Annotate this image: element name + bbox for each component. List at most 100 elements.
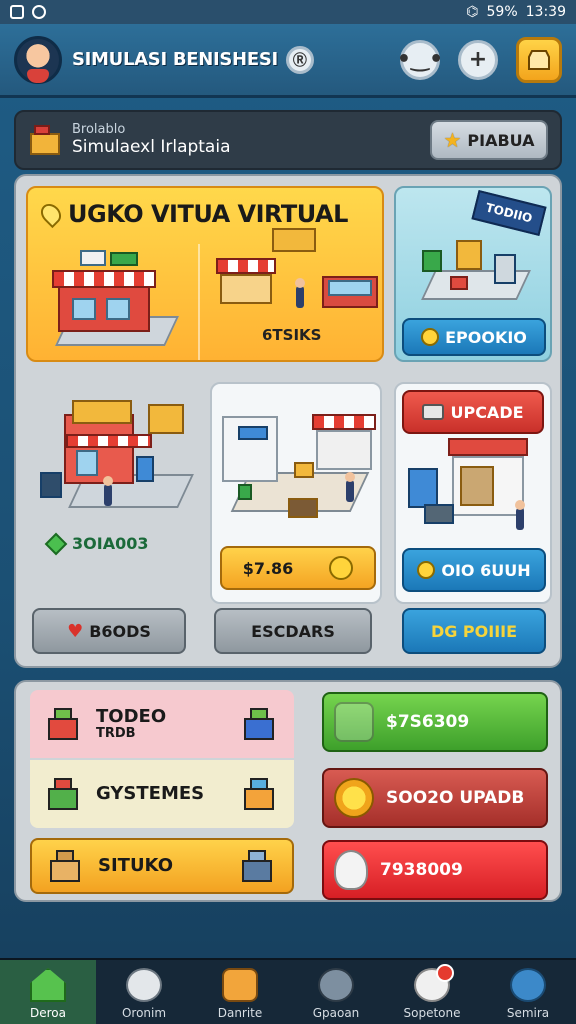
orange-crate-icon [242,778,278,810]
list-item-label: GYSTEMES [96,782,205,804]
wifi-icon: ⌬ [466,4,479,20]
coin-icon [417,561,436,579]
nav-label: Gpaoan [312,1006,360,1020]
gear-icon [318,968,354,1002]
upgrade-stat-label: SOO2O UPADB [386,788,525,808]
goods-button[interactable]: ♥ B6ODS [32,608,186,654]
shopping-cart-icon [240,850,276,882]
shop-bag-icon [528,49,550,70]
goods-button-label: B6ODS [89,621,151,641]
nav-label: Danrite [217,1006,263,1020]
sun-icon [510,968,546,1002]
list-item-sublabel: TRDB [96,725,136,741]
price-label: $7.86 [242,558,294,578]
store-value: 3OIA003 [44,532,149,555]
info-bar: Brolablo Simulaexl Irlaptaia ★ PIABUA [14,110,562,170]
cash-stack-icon [422,404,445,420]
nav-item-notifications[interactable]: Sopetone [384,960,480,1024]
money-stat-label: 7938009 [380,860,463,880]
nav-item-inventory[interactable]: Danrite [192,960,288,1024]
gem-icon [44,532,68,555]
bottom-navigation: Deroa Oronim Danrite Gpaoan Sopetone Sem… [0,958,576,1024]
info-title: Simulaexl Irlaptaia [72,136,231,157]
shop-interior-illustration [218,392,378,522]
store-front-illustration [36,384,206,514]
nav-label: Semira [506,1006,550,1020]
info-label: Brolablo [72,121,126,137]
power-button[interactable]: DG POIIIE [402,608,546,654]
shop-panel: UGKO VITUA VIRTUAL 6TSIKS TODIIO EPOOKIO… [14,174,562,668]
shop-interior-card[interactable]: $7.86 [210,382,382,604]
shop-building-illustration [42,246,192,356]
nav-item-settings[interactable]: Semira [480,960,576,1024]
upgrade-stat-button[interactable]: SOO2O UPADB [322,768,548,828]
green-crate-icon [46,778,82,810]
location-pin-icon [36,199,66,229]
hero-title-text: UGKO VITUA VIRTUAL [68,200,348,228]
upgrade-card[interactable]: UPCADE OIO 6UUH [394,382,552,604]
add-button[interactable]: + [458,39,498,80]
face-icon [126,968,162,1002]
upgrade-shop-illustration [404,438,544,538]
nav-item-home[interactable]: Deroa [0,960,96,1024]
box-icon [222,968,258,1002]
blue-crate-icon [242,708,278,740]
nav-item-tools[interactable]: Gpaoan [288,960,384,1024]
money-stat-button[interactable]: 7938009 [322,840,548,900]
cash-stat-label: $7S6309 [386,712,470,732]
red-crate-icon [46,708,82,740]
list-item[interactable]: GYSTEMES [30,760,294,828]
nav-label: Oronim [121,1006,167,1020]
power-button-label: DG POIIIE [430,621,518,641]
list-item-label: SITUKO [98,854,173,876]
clock: 13:39 [525,4,566,20]
nav-item-profile[interactable]: Oronim [96,960,192,1024]
sync-status-icon [32,5,46,19]
list-item-label: TODEO [96,705,167,727]
escape-button[interactable]: ESCDARS [214,608,372,654]
list-item[interactable]: SITUKO [30,838,294,894]
virtual-shop-card[interactable]: UGKO VITUA VIRTUAL 6TSIKS [26,186,384,362]
cardboard-box-icon [48,850,84,882]
app-title: SIMULASI BENISHESI [72,49,278,70]
hero-subtitle: 6TSIKS [262,326,322,344]
price-button[interactable]: $7.86 [220,546,376,590]
store-value-text: 3OIA003 [72,534,149,553]
premium-button[interactable]: ★ PIABUA [430,120,548,160]
avatar[interactable] [14,35,62,84]
app-header: SIMULASI BENISHESI Ⓡ •‿• + [0,24,576,98]
warehouse-illustration [416,230,536,310]
warehouse-card[interactable]: TODIIO EPOOKIO [394,186,552,362]
boost-button-label: OIO 6UUH [441,560,531,580]
home-icon [30,968,66,1002]
inventory-panel: TODEO TRDB GYSTEMES SITUKO $7S6309 SOO2O… [14,680,562,902]
boost-button[interactable]: OIO 6UUH [402,548,546,592]
nav-label: Deroa [30,1006,66,1020]
cash-stat-button[interactable]: $7S6309 [322,692,548,752]
sun-face-icon [334,778,374,818]
cash-register-icon [334,702,374,742]
star-icon: ★ [443,128,462,152]
package-icon [28,123,62,157]
explore-button[interactable]: EPOOKIO [402,318,546,356]
upgrade-button[interactable]: UPCADE [402,390,544,434]
coin-icon [421,328,440,346]
money-bag-icon [334,850,368,890]
store-icon[interactable] [516,36,562,83]
store-front-card[interactable]: 3OIA003 [26,374,212,588]
market-stall-illustration [212,228,382,328]
robot-face-icon[interactable]: •‿• [397,39,443,80]
app-status-icon [10,5,24,19]
list-item[interactable]: TODEO TRDB [30,690,294,758]
status-bar: ⌬ 59% 13:39 [0,0,576,24]
premium-button-label: PIABUA [467,130,535,150]
ball-icon [414,964,454,1002]
coin-bag-icon [329,556,354,580]
heart-icon: ♥ [67,620,84,642]
title-badge-icon[interactable]: Ⓡ [285,45,314,74]
battery-level: 59% [486,4,518,20]
escape-button-label: ESCDARS [251,621,335,641]
upgrade-button-label: UPCADE [450,402,524,422]
nav-label: Sopetone [403,1006,461,1020]
hero-title: UGKO VITUA VIRTUAL [36,199,348,229]
